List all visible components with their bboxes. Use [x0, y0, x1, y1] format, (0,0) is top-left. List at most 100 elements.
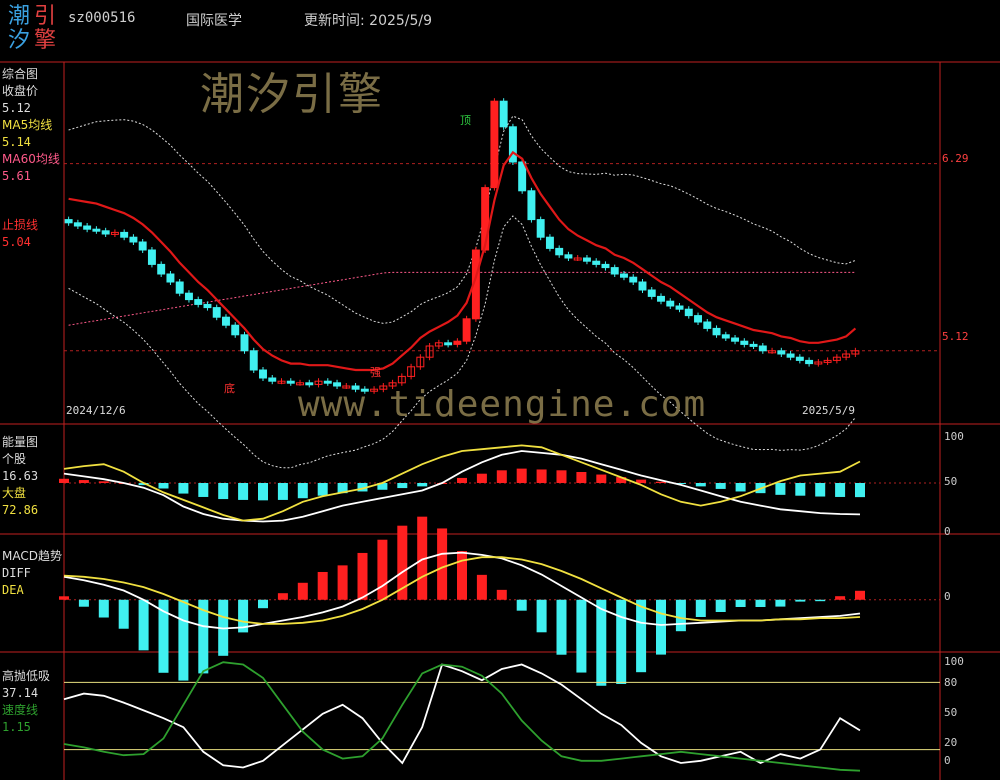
stoploss-value: 5.04	[2, 235, 31, 249]
candle-body	[157, 263, 166, 275]
histogram-bar	[616, 599, 627, 684]
candle-body	[786, 353, 795, 358]
histogram-bar	[277, 483, 288, 500]
diff-label: DIFF	[2, 566, 31, 580]
histogram-bar	[78, 480, 89, 483]
histogram-bar	[158, 483, 169, 489]
histogram-bar	[735, 483, 746, 492]
histogram-bar	[695, 483, 706, 487]
candle-body	[805, 359, 814, 365]
ma60-value: 5.61	[2, 169, 31, 183]
histogram-bar	[596, 599, 607, 686]
histogram-bar	[457, 477, 467, 483]
candle-body	[129, 236, 138, 243]
main-side-labels: 综合图 收盘价 5.12 MA5均线 5.14 MA60均线 5.61	[2, 66, 60, 185]
top-marker: 顶	[460, 114, 471, 127]
histogram-bar	[417, 483, 428, 487]
candle-body	[147, 249, 156, 265]
candle-body	[323, 380, 332, 384]
candle-body	[194, 299, 203, 305]
candle-body	[101, 230, 110, 235]
candle-body	[268, 377, 277, 382]
histogram-bar	[457, 551, 467, 600]
osc-panel-title: 高抛低吸	[2, 669, 51, 683]
histogram-bar	[536, 469, 547, 483]
stoploss-label: 止损线	[2, 218, 39, 232]
candle-body	[249, 350, 258, 371]
histogram-bar	[795, 483, 806, 496]
candle-body	[749, 343, 758, 347]
histogram-bar	[735, 599, 746, 607]
histogram-bar	[138, 599, 149, 651]
lower-band-line	[68, 215, 856, 469]
macd-panel-title: MACD趋势	[2, 549, 62, 563]
energy-panel	[59, 444, 940, 523]
histogram-bar	[238, 483, 249, 500]
market-energy-value: 72.86	[2, 503, 39, 517]
stock-code: sz000516	[68, 10, 136, 26]
candle-body	[73, 222, 82, 227]
main-panel-title: 综合图	[2, 67, 39, 81]
histogram-bar	[78, 599, 89, 607]
logo-char: 擎	[34, 28, 57, 53]
candle-body	[120, 231, 129, 238]
histogram-bar	[855, 483, 865, 498]
histogram-bar	[397, 483, 408, 489]
strong-marker: 强	[370, 366, 381, 379]
candle-body	[175, 281, 184, 294]
candle-body	[629, 276, 638, 283]
candle-body	[666, 300, 675, 307]
histogram-bar	[297, 582, 308, 600]
histogram-bar	[596, 474, 607, 483]
candle-body	[758, 345, 767, 352]
osc-value: 37.14	[2, 686, 39, 700]
histogram-bar	[636, 599, 647, 673]
histogram-bar	[775, 483, 786, 495]
histogram-bar	[516, 599, 527, 611]
histogram-bar	[496, 470, 507, 483]
histogram-bar	[715, 483, 726, 489]
candle-body	[564, 254, 573, 259]
stock-name: 国际医学	[186, 13, 242, 29]
macd-tick-0: 0	[944, 590, 951, 603]
energy-panel-title: 能量图	[2, 435, 39, 449]
histogram-bar	[755, 599, 766, 607]
histogram-bar	[675, 599, 686, 632]
candle-body	[184, 292, 193, 301]
candle-body	[620, 273, 628, 278]
logo-char: 汐	[8, 28, 31, 53]
candle-body	[545, 236, 554, 249]
histogram-bar	[59, 478, 69, 483]
candle-body	[647, 289, 656, 297]
candle-body	[638, 281, 647, 291]
date-end: 2025/5/9	[802, 404, 855, 417]
histogram-bar	[536, 599, 547, 633]
histogram-bar	[795, 599, 806, 602]
histogram-bar	[198, 483, 209, 497]
stock-energy-label: 个股	[2, 452, 27, 466]
candle-body	[231, 324, 240, 336]
histogram-bar	[576, 472, 587, 483]
candle-body	[259, 369, 267, 379]
histogram-bar	[337, 565, 348, 600]
histogram-bar	[835, 483, 846, 497]
histogram-bar	[98, 481, 109, 483]
bottom-marker: 底	[224, 382, 235, 395]
energy-side-labels: 能量图 个股 16.63 大盘 72.86	[2, 434, 38, 519]
osc-tick-50: 50	[944, 706, 958, 719]
candle-body	[166, 273, 175, 283]
histogram-bar	[775, 599, 786, 607]
candle-body	[582, 257, 591, 262]
candle-body	[444, 342, 453, 346]
histogram-bar	[317, 571, 328, 600]
candle-body	[64, 219, 73, 224]
histogram-bar	[656, 599, 666, 655]
candle-body	[675, 305, 684, 310]
dea-label: DEA	[2, 583, 24, 597]
candle-body	[555, 247, 564, 256]
candle-body	[203, 303, 212, 309]
histogram-bar	[476, 574, 487, 600]
histogram-bar	[516, 468, 527, 483]
histogram-bar	[258, 599, 268, 609]
candle-body	[712, 327, 721, 336]
